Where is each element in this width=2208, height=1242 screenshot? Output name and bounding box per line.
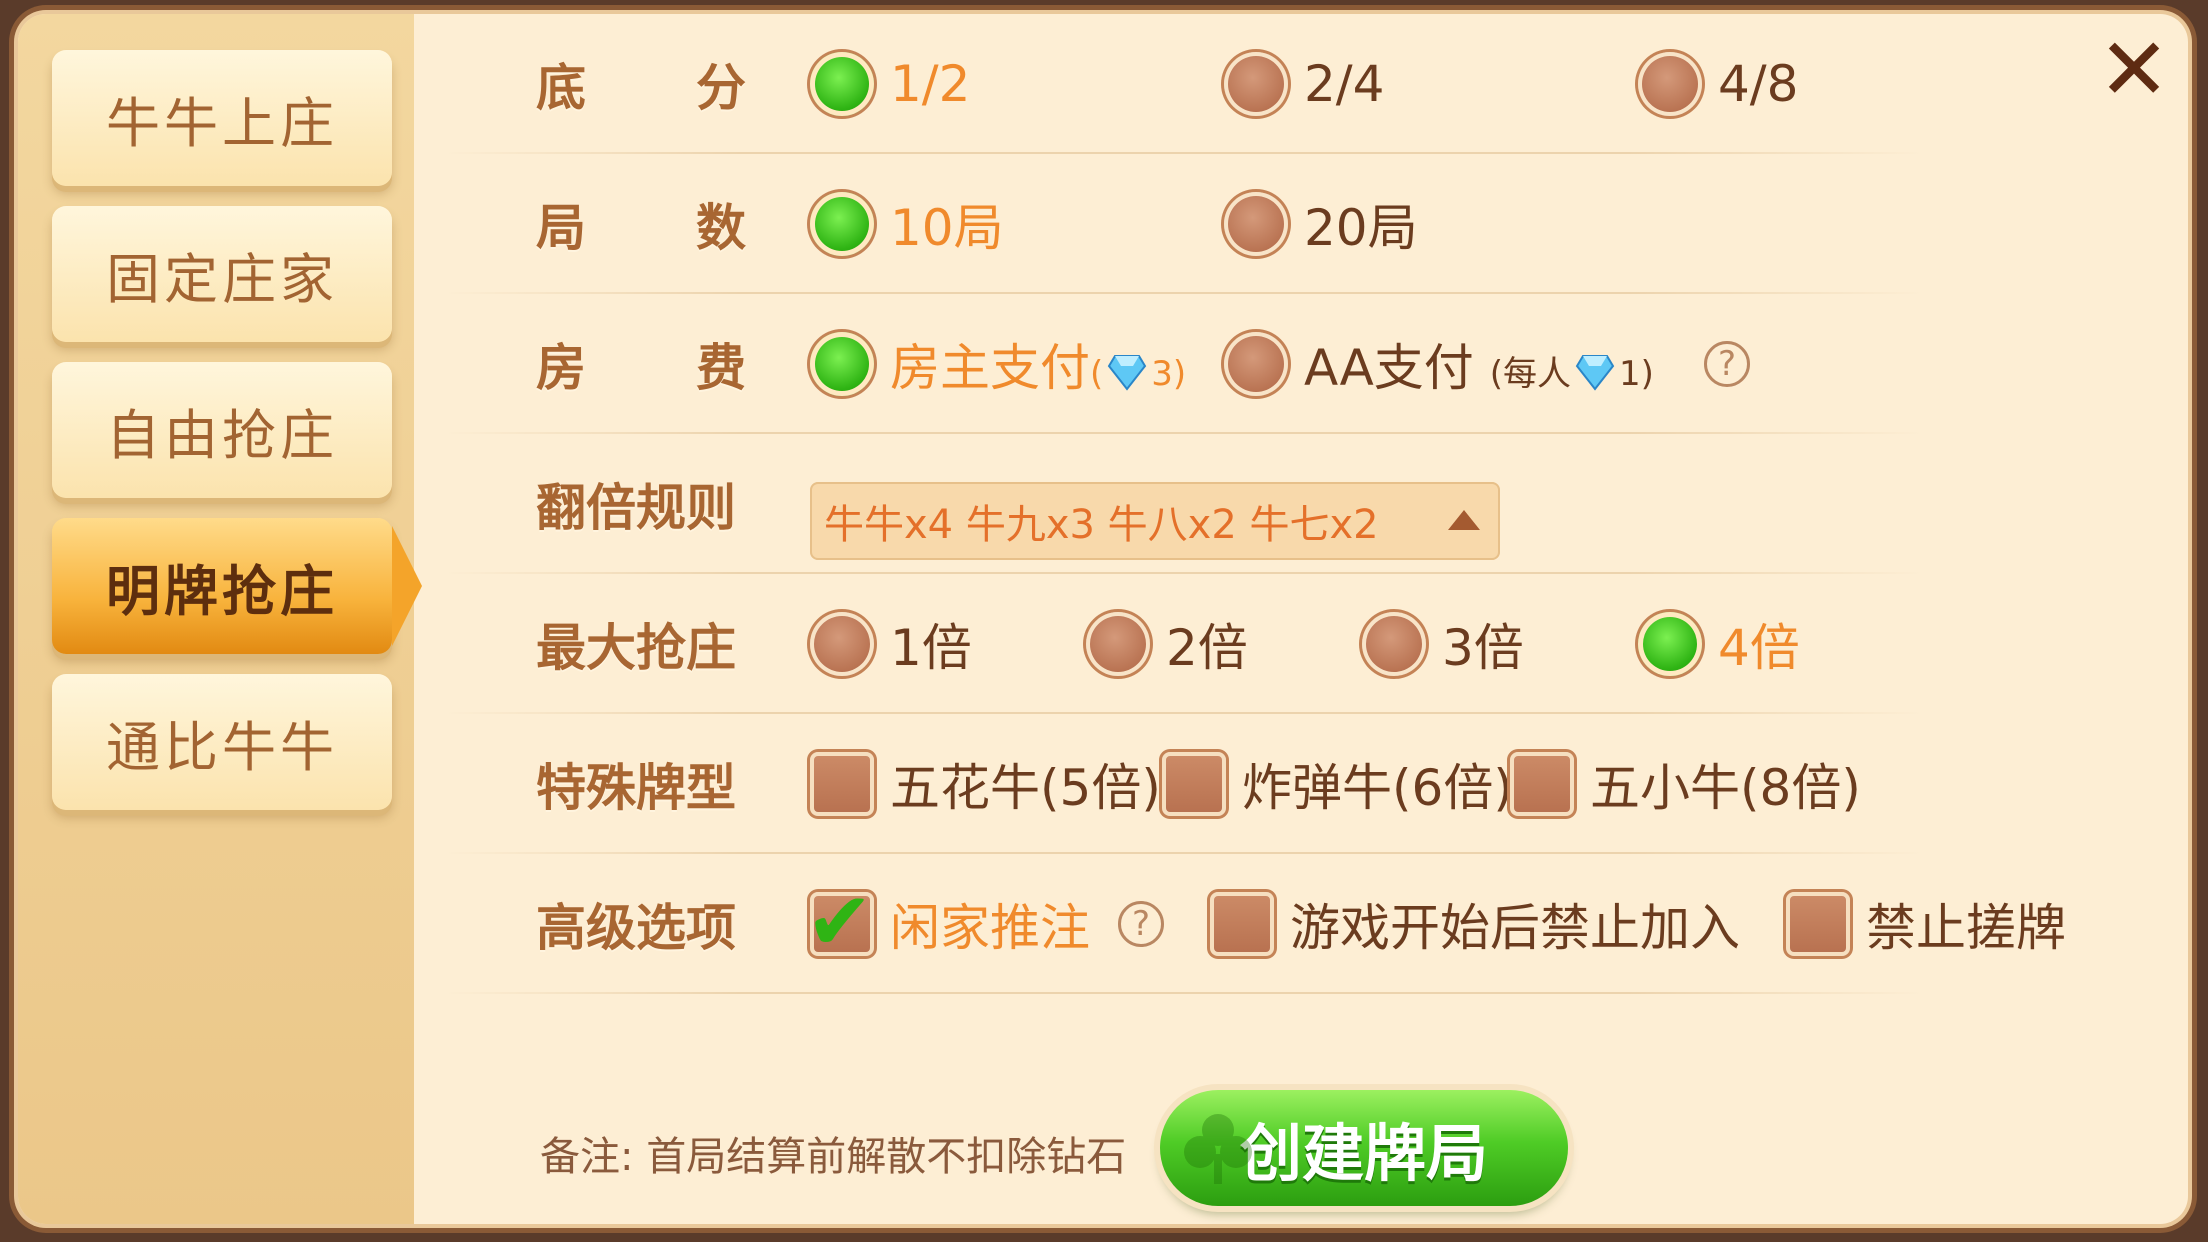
- radio-button[interactable]: [810, 192, 874, 256]
- radio-button[interactable]: [1224, 52, 1288, 116]
- radio-button[interactable]: [1362, 612, 1426, 676]
- radio-button[interactable]: [1086, 612, 1150, 676]
- footer-note: 备注: 首局结算前解散不扣除钻石: [540, 1134, 1127, 1180]
- option-10-rounds[interactable]: 10局: [810, 154, 1004, 294]
- checkmark-icon: ✔: [806, 875, 874, 968]
- row-max-grab: 最大抢庄 1倍 2倍 3倍 4倍: [444, 574, 1924, 714]
- radio-button[interactable]: [1224, 192, 1288, 256]
- option-five-small[interactable]: 五小牛(8倍): [1510, 714, 1861, 854]
- close-icon[interactable]: ✕: [2094, 27, 2174, 113]
- tab-free-grab[interactable]: 自由抢庄: [52, 362, 392, 498]
- checkbox[interactable]: [1162, 752, 1226, 816]
- checkbox[interactable]: [1210, 892, 1274, 956]
- row-advanced: 高级选项 ✔ 闲家推注 ? 游戏开始后禁止加入 禁止搓牌: [444, 854, 2184, 994]
- option-grab-1x[interactable]: 1倍: [810, 574, 972, 714]
- option-no-join-after-start[interactable]: 游戏开始后禁止加入: [1210, 854, 1740, 994]
- clover-icon: [1184, 1114, 1252, 1184]
- row-label: 房费: [536, 339, 746, 397]
- tab-label: 牛牛上庄: [106, 91, 338, 155]
- row-label: 高级选项: [536, 899, 736, 957]
- diamond-icon: [1108, 354, 1147, 391]
- tab-niuniu-banker[interactable]: 牛牛上庄: [52, 50, 392, 186]
- checkbox[interactable]: ✔: [806, 882, 874, 962]
- row-base-score: 底分 1/2 2/4 4/8: [444, 14, 1924, 154]
- radio-button[interactable]: [810, 52, 874, 116]
- help-icon[interactable]: ?: [1118, 901, 1164, 947]
- option-five-flower[interactable]: 五花牛(5倍): [810, 714, 1161, 854]
- radio-button[interactable]: [1638, 612, 1702, 676]
- mode-sidebar: 牛牛上庄 固定庄家 自由抢庄 明牌抢庄 通比牛牛: [18, 14, 422, 1224]
- caret-up-icon: [1448, 510, 1480, 530]
- row-label: 最大抢庄: [536, 619, 736, 677]
- checkbox[interactable]: [810, 752, 874, 816]
- row-label: 翻倍规则: [536, 479, 736, 537]
- create-room-button[interactable]: 创建牌局: [1160, 1090, 1568, 1206]
- row-room-fee: 房费 房主支付(3) AA支付 (每人 1) ?: [444, 294, 1924, 434]
- diamond-icon: [1575, 354, 1615, 391]
- radio-button[interactable]: [810, 612, 874, 676]
- option-grab-2x[interactable]: 2倍: [1086, 574, 1248, 714]
- checkbox[interactable]: [1510, 752, 1574, 816]
- option-base-4-8[interactable]: 4/8: [1638, 14, 1798, 154]
- option-bomb[interactable]: 炸弹牛(6倍): [1162, 714, 1513, 854]
- tab-tongbi-niuniu[interactable]: 通比牛牛: [52, 674, 392, 810]
- option-base-1-2[interactable]: 1/2: [810, 14, 970, 154]
- row-special-hands: 特殊牌型 五花牛(5倍) 炸弹牛(6倍) 五小牛(8倍): [444, 714, 1924, 854]
- tab-label: 明牌抢庄: [106, 559, 338, 623]
- radio-button[interactable]: [1224, 332, 1288, 396]
- option-no-card-squeeze[interactable]: 禁止搓牌: [1786, 854, 2066, 994]
- row-divider: [444, 992, 1924, 994]
- tab-label: 自由抢庄: [106, 403, 338, 467]
- radio-button[interactable]: [810, 332, 874, 396]
- create-room-label: 创建牌局: [1239, 1117, 1488, 1190]
- row-label: 特殊牌型: [536, 759, 736, 817]
- create-room-panel: 牛牛上庄 固定庄家 自由抢庄 明牌抢庄 通比牛牛 底分 1/2 2/4 4/8 …: [18, 14, 2188, 1224]
- tab-label: 固定庄家: [106, 247, 338, 311]
- option-player-push-bet[interactable]: ✔ 闲家推注: [806, 854, 1090, 994]
- room-fee-help[interactable]: ?: [1704, 294, 1750, 434]
- option-aa-pays[interactable]: AA支付 (每人 1): [1224, 294, 1654, 434]
- tab-fixed-banker[interactable]: 固定庄家: [52, 206, 392, 342]
- option-grab-4x[interactable]: 4倍: [1638, 574, 1800, 714]
- row-rounds: 局数 10局 20局: [444, 154, 1924, 294]
- row-label: 底分: [536, 59, 746, 117]
- dropdown-value: 牛牛x4 牛九x3 牛八x2 牛七x2: [824, 502, 1379, 548]
- settings-content: 底分 1/2 2/4 4/8 局数 10局 20局 房费 房主支付(3) AA支…: [414, 14, 2188, 1224]
- option-base-2-4[interactable]: 2/4: [1224, 14, 1384, 154]
- tab-open-card-grab[interactable]: 明牌抢庄: [52, 518, 422, 654]
- radio-button[interactable]: [1638, 52, 1702, 116]
- option-owner-pays[interactable]: 房主支付(3): [810, 294, 1186, 434]
- push-bet-help[interactable]: ?: [1118, 854, 1164, 994]
- row-multiplier-rule: 翻倍规则 牛牛x4 牛九x3 牛八x2 牛七x2: [444, 434, 1924, 574]
- row-label: 局数: [536, 199, 746, 257]
- multiplier-rule-dropdown[interactable]: 牛牛x4 牛九x3 牛八x2 牛七x2: [810, 482, 1500, 560]
- checkbox[interactable]: [1786, 892, 1850, 956]
- tab-label: 通比牛牛: [106, 715, 338, 779]
- option-grab-3x[interactable]: 3倍: [1362, 574, 1524, 714]
- help-icon[interactable]: ?: [1704, 341, 1750, 387]
- option-20-rounds[interactable]: 20局: [1224, 154, 1418, 294]
